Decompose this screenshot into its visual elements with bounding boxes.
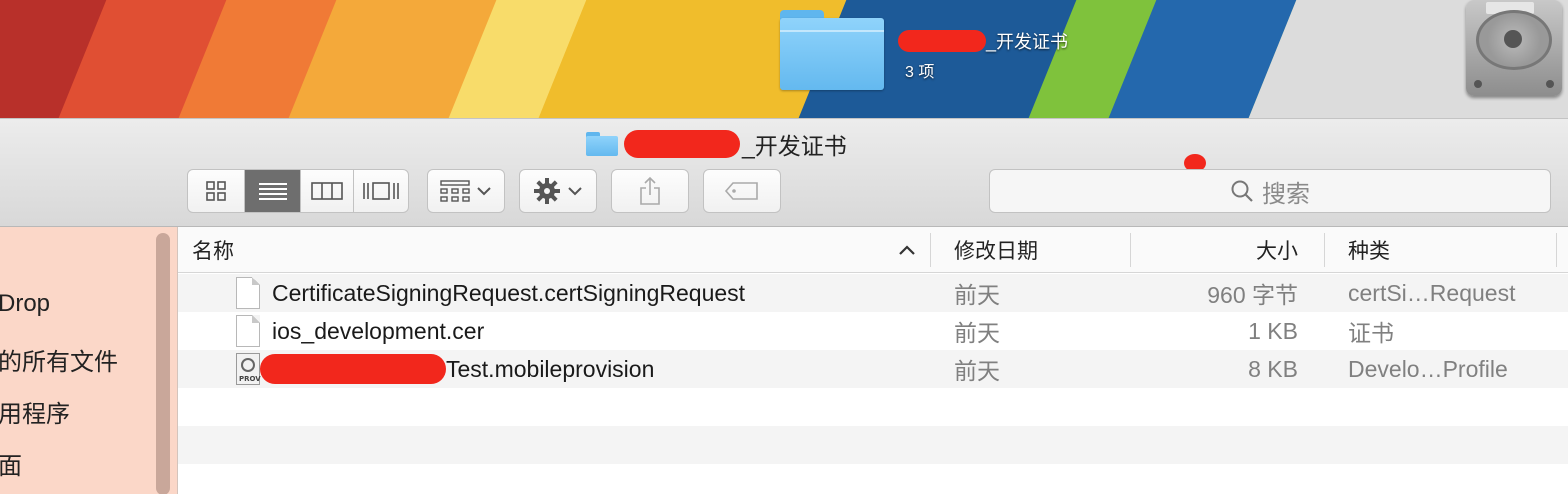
file-kind: 证书	[1348, 320, 1394, 346]
icon-view-button[interactable]	[188, 170, 245, 212]
file-modified: 前天	[954, 282, 1000, 308]
column-divider[interactable]	[1130, 233, 1131, 267]
column-divider[interactable]	[1324, 233, 1325, 267]
desktop-folder-icon[interactable]	[780, 10, 884, 90]
file-size: 1 KB	[1248, 317, 1298, 344]
column-header-size[interactable]: 大小	[1138, 227, 1298, 273]
disk-spindle	[1504, 30, 1522, 48]
arrange-button[interactable]	[427, 169, 505, 213]
coverflow-view-icon	[363, 182, 399, 200]
sidebar-item-desktop[interactable]: 面	[0, 446, 22, 481]
table-row[interactable]: ios_development.cer 前天 1 KB 证书	[178, 312, 1568, 350]
chevron-down-icon	[477, 187, 491, 196]
sidebar: Drop 的所有文件 用程序 面	[0, 227, 178, 494]
column-header-modified[interactable]: 修改日期	[954, 227, 1124, 273]
finder-window: _开发证书 搜索 Drop 的所有文件 用程序 面 名称 修改日期 大小 种类 …	[0, 118, 1568, 494]
search-field[interactable]: 搜索	[989, 169, 1551, 213]
list-view-icon	[258, 183, 287, 200]
file-name-suffix: Test.mobileprovision	[446, 355, 655, 382]
sidebar-item-applications[interactable]: 用程序	[0, 394, 70, 429]
column-view-button[interactable]	[301, 170, 354, 212]
window-title: _开发证书	[586, 129, 847, 159]
file-name: CertificateSigningRequest.certSigningReq…	[272, 279, 746, 306]
column-divider[interactable]	[930, 233, 931, 267]
icon-label: PROV	[239, 375, 261, 383]
search-placeholder: 搜索	[1262, 180, 1310, 208]
icon-view-icon	[206, 181, 226, 201]
hard-disk-icon[interactable]	[1466, 0, 1562, 96]
file-modified: 前天	[954, 358, 1000, 384]
file-size: 8 KB	[1248, 355, 1298, 382]
column-header-name-label: 名称	[192, 240, 234, 263]
view-switcher	[187, 169, 409, 213]
share-icon	[640, 176, 660, 205]
coverflow-view-button[interactable]	[354, 170, 408, 212]
file-name: ios_development.cer	[272, 317, 485, 344]
gear-icon	[534, 178, 560, 204]
window-toolbar: _开发证书 搜索	[0, 119, 1568, 227]
provision-profile-icon: PROV	[236, 353, 261, 385]
desktop-folder-name: _开发证书	[986, 32, 1069, 52]
desktop-folder-count: 3 项	[905, 64, 935, 81]
column-header-kind[interactable]: 种类	[1348, 227, 1548, 273]
tag-button[interactable]	[703, 169, 781, 213]
redaction-mark	[624, 130, 740, 158]
file-modified: 前天	[954, 320, 1000, 346]
chevron-down-icon	[568, 187, 582, 196]
file-size: 960 字节	[1207, 282, 1298, 308]
arrange-grid-icon	[440, 180, 470, 202]
sort-ascending-icon	[899, 245, 915, 255]
empty-row	[178, 426, 1568, 464]
desktop-folder-label[interactable]: _开发证书	[898, 28, 1068, 54]
document-icon	[236, 277, 260, 309]
empty-row	[178, 464, 1568, 494]
action-button[interactable]	[519, 169, 597, 213]
window-title-text: _开发证书	[742, 133, 847, 159]
file-name: Test.mobileprovision	[260, 350, 654, 388]
redaction-mark	[898, 30, 986, 52]
gear-icon	[241, 358, 255, 372]
column-divider[interactable]	[1556, 233, 1557, 267]
column-header-size-label: 大小	[1256, 240, 1298, 263]
tag-icon	[724, 182, 758, 200]
disk-screw	[1474, 80, 1482, 88]
table-row[interactable]: CertificateSigningRequest.certSigningReq…	[178, 274, 1568, 312]
folder-line	[780, 30, 884, 32]
folder-icon	[586, 132, 618, 156]
list-header: 名称 修改日期 大小 种类	[178, 227, 1568, 273]
file-list: 名称 修改日期 大小 种类 CertificateSigningRequest.…	[178, 227, 1568, 494]
search-icon	[1231, 180, 1253, 202]
share-button[interactable]	[611, 169, 689, 213]
column-header-kind-label: 种类	[1348, 240, 1390, 263]
list-view-button[interactable]	[245, 170, 301, 212]
document-icon	[236, 315, 260, 347]
disk-screw	[1546, 80, 1554, 88]
sidebar-item-all-files[interactable]: 的所有文件	[0, 342, 118, 377]
file-kind: Develo…Profile	[1348, 355, 1508, 382]
desktop-wallpaper: _开发证书 3 项	[0, 0, 1568, 130]
column-header-modified-label: 修改日期	[954, 240, 1038, 263]
empty-row	[178, 388, 1568, 426]
folder-body	[780, 18, 884, 90]
table-row[interactable]: PROV Test.mobileprovision 前天 8 KB Develo…	[178, 350, 1568, 388]
column-header-name[interactable]: 名称	[192, 227, 922, 273]
redaction-mark	[260, 354, 446, 384]
column-view-icon	[311, 182, 343, 200]
file-kind: certSi…Request	[1348, 279, 1516, 306]
sidebar-scrollbar[interactable]	[156, 233, 170, 494]
sidebar-item-airdrop[interactable]: Drop	[0, 290, 50, 318]
